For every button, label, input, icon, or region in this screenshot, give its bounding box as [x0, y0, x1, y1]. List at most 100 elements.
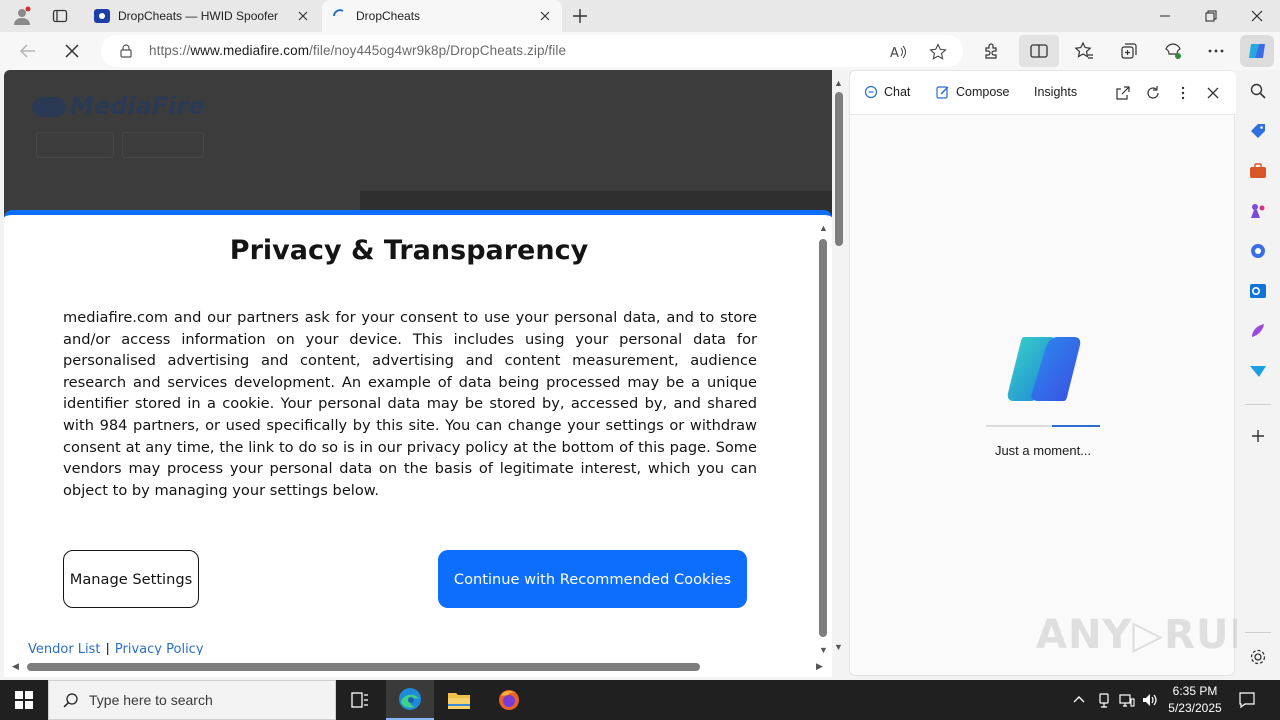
- volume-icon[interactable]: [1141, 691, 1159, 709]
- mediafire-logo: MediaFire: [32, 92, 205, 120]
- usb-device-icon[interactable]: [1095, 691, 1113, 709]
- url-path: /file/noy445og4wr9k8p/DropCheats.zip/fil…: [309, 43, 567, 58]
- loading-text: Just a moment...: [994, 443, 1092, 458]
- add-icon[interactable]: [1249, 427, 1267, 445]
- start-button[interactable]: [0, 680, 48, 720]
- edge-sidebar: [1237, 70, 1280, 676]
- page-scrollbar-thumb[interactable]: [835, 92, 843, 246]
- more-options-icon[interactable]: [1175, 85, 1191, 101]
- network-icon[interactable]: [1118, 691, 1136, 709]
- firefox-icon: [499, 690, 519, 710]
- scroll-right-arrow-icon[interactable]: ▶: [816, 661, 823, 672]
- open-in-new-tab-icon[interactable]: [1115, 85, 1131, 101]
- url-domain: www.mediafire.com: [190, 43, 310, 58]
- close-window-button[interactable]: [1234, 0, 1280, 32]
- copilot-button[interactable]: [1240, 35, 1274, 67]
- header-button[interactable]: [36, 132, 114, 158]
- chevron-up-icon[interactable]: [1070, 691, 1088, 709]
- scroll-up-arrow-icon[interactable]: ▲: [819, 223, 828, 233]
- favorites-icon[interactable]: [1074, 41, 1094, 61]
- read-aloud-icon[interactable]: A: [889, 43, 907, 61]
- scroll-down-arrow-icon[interactable]: ▼: [819, 645, 828, 655]
- tab-dropcheats[interactable]: DropCheats: [322, 0, 562, 32]
- horizontal-scrollbar-thumb[interactable]: [27, 663, 700, 671]
- privacy-consent-dialog: Privacy & Transparency mediafire.com and…: [4, 210, 832, 676]
- copilot-icon: [1249, 44, 1265, 58]
- search-placeholder: Type here to search: [89, 692, 213, 708]
- tools-briefcase-icon[interactable]: [1249, 162, 1267, 180]
- tab-title: DropCheats — HWID Spoofer: [118, 9, 279, 23]
- loading-progress-bar: [986, 425, 1100, 427]
- web-page: MediaFire Privacy & Transparency mediafi…: [4, 70, 832, 676]
- clock-time: 6:35 PM: [1172, 684, 1218, 698]
- microsoft-365-icon[interactable]: [1249, 242, 1267, 260]
- restore-icon: [1205, 10, 1217, 22]
- tab-chat[interactable]: Chat: [864, 85, 910, 99]
- scroll-left-arrow-icon[interactable]: ◀: [12, 661, 19, 672]
- tab-hwid-spoofer[interactable]: DropCheats — HWID Spoofer: [84, 0, 320, 32]
- taskbar-firefox-app[interactable]: [485, 680, 533, 720]
- address-bar[interactable]: https://www.mediafire.com/file/noy445og4…: [101, 35, 963, 67]
- taskbar-edge-app[interactable]: [386, 680, 434, 720]
- stop-loading-icon[interactable]: [62, 41, 82, 61]
- tab-compose[interactable]: Compose: [936, 85, 1010, 99]
- settings-more-icon[interactable]: [1206, 41, 1226, 61]
- collections-icon[interactable]: [1119, 41, 1139, 61]
- windows-taskbar: Type here to search 6:35 PM 5/23/2025: [0, 680, 1280, 720]
- browser-toolbar: https://www.mediafire.com/file/noy445og4…: [0, 32, 1280, 70]
- dialog-scrollbar[interactable]: ▲ ▼: [818, 223, 828, 655]
- continue-recommended-cookies-button[interactable]: Continue with Recommended Cookies: [438, 550, 747, 608]
- horizontal-scrollbar[interactable]: ◀ ▶: [4, 655, 832, 677]
- task-view-icon: [351, 692, 368, 708]
- gear-icon[interactable]: [1249, 648, 1267, 666]
- refresh-icon[interactable]: [1145, 85, 1161, 101]
- compose-icon: [936, 86, 949, 99]
- new-tab-icon[interactable]: [570, 6, 590, 26]
- shopping-tag-icon[interactable]: [1249, 122, 1267, 140]
- manage-settings-button[interactable]: Manage Settings: [63, 550, 199, 608]
- tab-actions-icon[interactable]: [50, 6, 70, 26]
- title-bar: DropCheats — HWID Spoofer DropCheats: [0, 0, 1280, 32]
- page-vertical-scrollbar[interactable]: ▲ ▼: [832, 70, 846, 676]
- close-icon[interactable]: [1205, 85, 1221, 101]
- scroll-up-arrow-icon[interactable]: ▲: [834, 78, 843, 88]
- logo-text: MediaFire: [70, 92, 205, 120]
- close-icon[interactable]: [538, 9, 552, 23]
- split-screen-icon: [1030, 44, 1048, 58]
- drop-icon[interactable]: [1249, 362, 1267, 380]
- outlook-icon[interactable]: [1249, 282, 1267, 300]
- tab-label: Insights: [1034, 85, 1078, 99]
- minimize-icon: [1160, 15, 1170, 17]
- games-icon[interactable]: [1249, 202, 1267, 220]
- minimize-button[interactable]: [1142, 0, 1188, 32]
- taskbar-search-box[interactable]: Type here to search: [48, 680, 336, 720]
- header-button[interactable]: [122, 132, 204, 158]
- back-arrow-icon[interactable]: [18, 41, 38, 61]
- copilot-logo-icon: [1007, 337, 1081, 401]
- anyrun-watermark: ANY▷RUN: [1036, 612, 1264, 658]
- sidebar-divider: [1245, 632, 1271, 633]
- sidebar-divider: [1245, 404, 1271, 405]
- dialog-title: Privacy & Transparency: [229, 235, 589, 266]
- profile-icon[interactable]: [12, 6, 32, 26]
- loading-progress-fill: [1052, 425, 1100, 427]
- close-icon[interactable]: [296, 9, 310, 23]
- folder-icon: [448, 693, 470, 709]
- task-view-button[interactable]: [336, 680, 384, 720]
- tab-insights[interactable]: Insights: [1034, 85, 1077, 99]
- dialog-body-text: mediafire.com and our partners ask for y…: [63, 309, 757, 499]
- designer-icon[interactable]: [1249, 322, 1267, 340]
- loading-spinner-icon: [333, 9, 344, 17]
- dropcheats-favicon-icon: [94, 9, 110, 23]
- scroll-down-arrow-icon[interactable]: ▼: [834, 642, 843, 652]
- system-clock[interactable]: 6:35 PM 5/23/2025: [1162, 683, 1228, 717]
- notification-icon[interactable]: [1238, 691, 1256, 709]
- browser-essentials-icon[interactable]: [1163, 41, 1183, 61]
- favorite-star-icon[interactable]: [929, 43, 947, 61]
- taskbar-file-explorer-app[interactable]: [435, 680, 483, 720]
- dialog-scrollbar-thumb[interactable]: [819, 239, 827, 637]
- extensions-icon[interactable]: [982, 41, 1002, 61]
- lock-icon[interactable]: [119, 44, 133, 58]
- restore-button[interactable]: [1188, 0, 1234, 32]
- search-icon[interactable]: [1249, 82, 1267, 100]
